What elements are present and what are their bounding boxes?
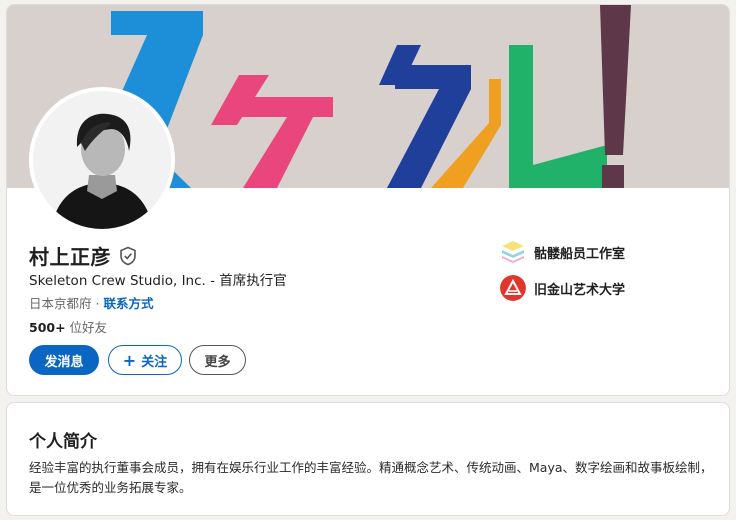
follow-label: 关注 [141,354,168,370]
current-company[interactable]: 骷髅船员工作室 [500,239,625,265]
profile-avatar[interactable] [29,87,175,233]
stacked-layers-logo-icon [502,241,524,263]
plus-icon: + [122,350,137,370]
connections-number: 500+ [29,320,66,335]
about-heading: 个人简介 [29,432,97,452]
profile-card: 村上正彦 Skeleton Crew Studio, Inc. - 首席执行官 … [6,4,730,396]
location-separator: · [91,296,104,311]
profile-name: 村上正彦 [29,245,111,269]
profile-location: 日本京都府 [29,296,92,311]
education-school[interactable]: 旧金山艺术大学 [500,275,625,301]
follow-button[interactable]: + 关注 [108,345,182,375]
about-card: 个人简介 经验丰富的执行董事会成员，拥有在娱乐行业工作的丰富经验。精通概念艺术、… [6,402,730,516]
school-name: 旧金山艺术大学 [534,282,626,298]
about-body: 经验丰富的执行董事会成员，拥有在娱乐行业工作的丰富经验。精通概念艺术、传统动画、… [29,460,713,495]
connections-label: 位好友 [65,320,108,335]
more-button[interactable]: 更多 [189,345,246,375]
profile-headline: Skeleton Crew Studio, Inc. - 首席执行官 [29,273,287,289]
location-row: 日本京都府 · 联系方式 [29,293,153,312]
person-photo-icon [33,91,171,229]
contact-info-link[interactable]: 联系方式 [103,296,153,311]
message-button[interactable]: 发消息 [29,345,99,375]
verified-shield-icon[interactable] [119,246,137,266]
company-name: 骷髅船员工作室 [534,246,626,262]
connections-count[interactable]: 500+ 位好友 [29,317,107,336]
red-circle-triangle-logo-icon [500,275,526,301]
